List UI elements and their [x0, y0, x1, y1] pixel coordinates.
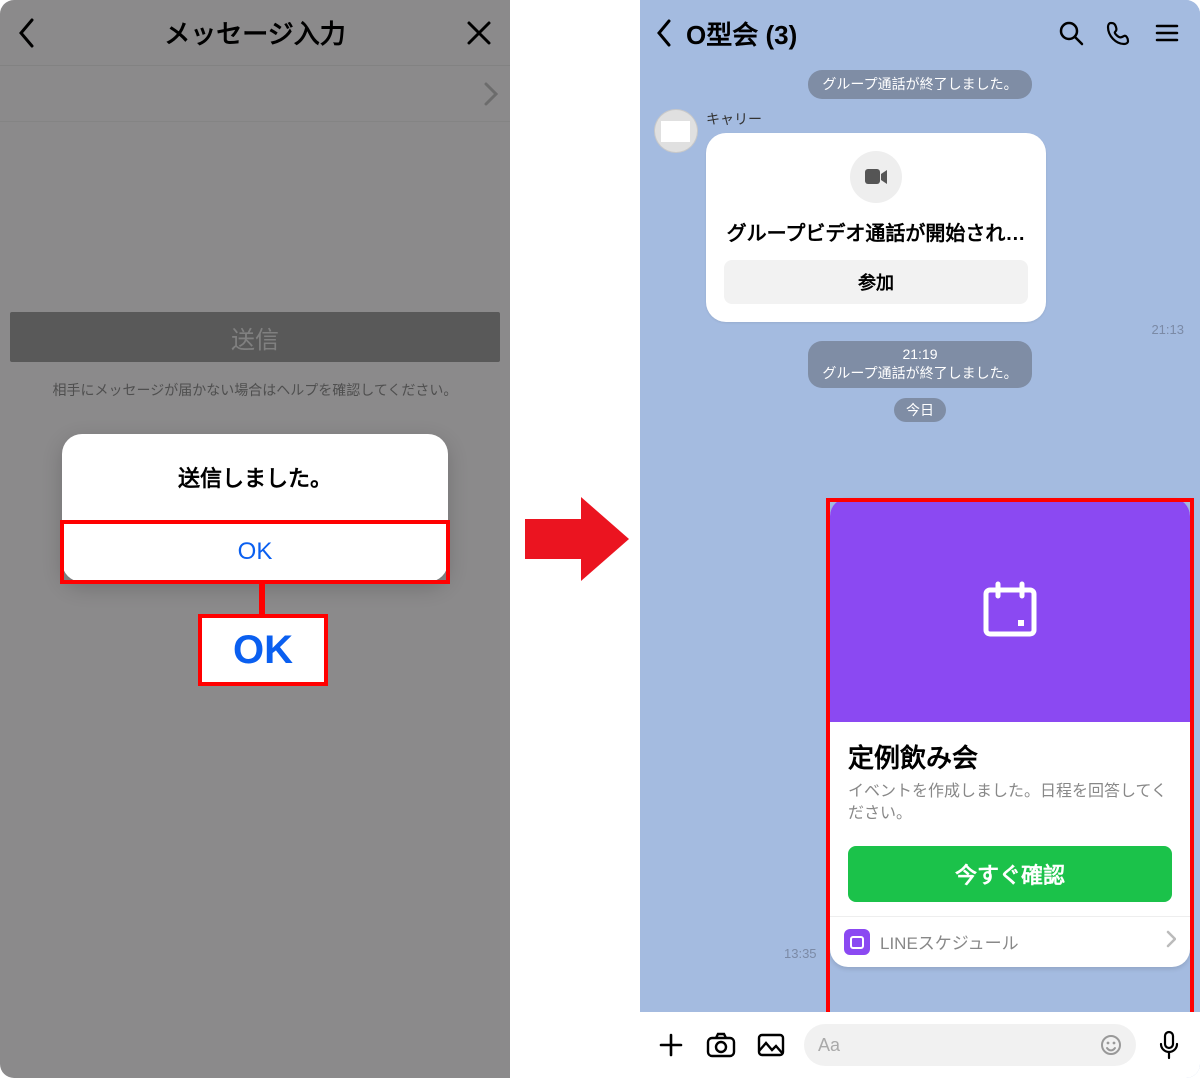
- video-call-bubble: グループビデオ通話が開始され… 参加: [706, 133, 1046, 322]
- back-icon[interactable]: [18, 18, 36, 48]
- video-call-title: グループビデオ通話が開始され…: [724, 217, 1028, 246]
- calendar-icon: [980, 580, 1040, 640]
- emoji-icon[interactable]: [1100, 1034, 1122, 1056]
- avatar[interactable]: [654, 109, 698, 153]
- chat-body[interactable]: x グループ通話が終了しました。 キャリー グループビデオ通話が開始され… 参加: [640, 66, 1200, 1012]
- annotation-ok-callout: OK: [198, 614, 328, 686]
- left-screen: メッセージ入力 送信 相手にメッセージが届かない場合はヘルプを確認してください。…: [0, 0, 510, 1078]
- event-footer-label: LINEスケジュール: [880, 929, 1019, 954]
- event-footer[interactable]: LINEスケジュール: [830, 916, 1190, 967]
- join-button[interactable]: 参加: [724, 260, 1028, 304]
- event-cta-button[interactable]: 今すぐ確認: [848, 846, 1172, 902]
- dialog-message: 送信しました。: [62, 434, 448, 520]
- schedule-app-icon: [844, 929, 870, 955]
- event-title: 定例飲み会: [848, 738, 1172, 775]
- date-separator: 今日: [894, 398, 946, 422]
- send-button[interactable]: 送信: [10, 312, 500, 362]
- sender-name: キャリー: [706, 109, 1186, 129]
- left-title: メッセージ入力: [164, 14, 345, 51]
- right-screen: O型会 (3) x グループ通話が終了しました。 キャリー: [640, 0, 1200, 1078]
- menu-icon[interactable]: [1150, 20, 1184, 46]
- chat-title: O型会 (3): [686, 15, 1040, 52]
- annotation-connector: [259, 584, 265, 616]
- event-card[interactable]: 定例飲み会 イベントを作成しました。日程を回答してください。 今すぐ確認 LIN…: [830, 498, 1190, 967]
- chevron-right-icon: [484, 82, 498, 106]
- incoming-message: キャリー グループビデオ通話が開始され… 参加: [654, 109, 1186, 322]
- video-icon: [850, 151, 902, 203]
- message-input[interactable]: Aa: [804, 1024, 1136, 1066]
- close-icon[interactable]: [466, 20, 492, 46]
- input-placeholder: Aa: [818, 1035, 840, 1056]
- timestamp: 21:13: [654, 322, 1184, 337]
- chat-header: O型会 (3): [640, 0, 1200, 66]
- left-header: メッセージ入力: [0, 0, 510, 66]
- system-call-ended-2: 21:19 グループ通話が終了しました。: [808, 341, 1031, 387]
- search-icon[interactable]: [1054, 20, 1088, 46]
- event-message: 13:35 定例飲み会 イベントを作成しました。日程を回答してください。 今すぐ…: [830, 498, 1190, 967]
- camera-icon[interactable]: [704, 1032, 738, 1058]
- event-timestamp: 13:35: [784, 946, 817, 961]
- send-hint: 相手にメッセージが届かない場合はヘルプを確認してください。: [0, 380, 510, 400]
- event-description: イベントを作成しました。日程を回答してください。: [848, 781, 1172, 826]
- system-call-ended: x グループ通話が終了しました。: [808, 70, 1031, 99]
- gallery-icon[interactable]: [754, 1033, 788, 1057]
- chevron-right-icon: [1166, 930, 1176, 954]
- input-row[interactable]: [0, 66, 510, 122]
- transition-arrow: [510, 0, 640, 1078]
- mic-icon[interactable]: [1152, 1030, 1186, 1060]
- plus-icon[interactable]: [654, 1032, 688, 1058]
- back-icon[interactable]: [656, 19, 672, 47]
- annotation-highlight-ok: [60, 520, 450, 584]
- chat-input-bar: Aa: [640, 1012, 1200, 1078]
- call-icon[interactable]: [1102, 20, 1136, 46]
- event-hero: [830, 498, 1190, 722]
